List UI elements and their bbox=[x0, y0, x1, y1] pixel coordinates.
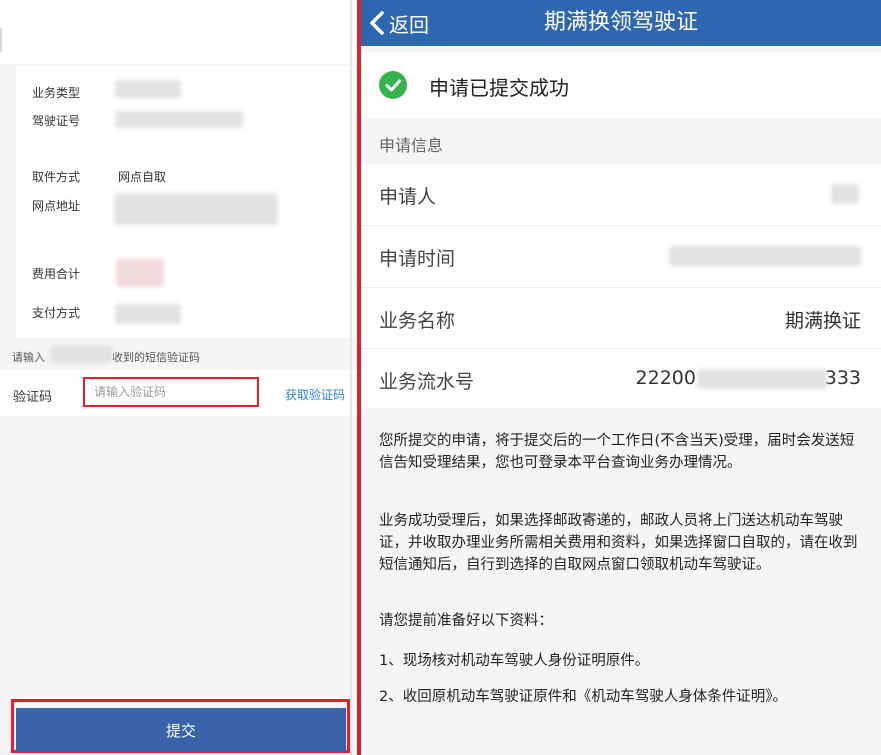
verification-code-input[interactable] bbox=[83, 377, 259, 407]
business-type-label: 业务类型 bbox=[32, 86, 81, 100]
redacted-phone-number bbox=[50, 345, 112, 363]
apply-time-label: 申请时间 bbox=[379, 248, 456, 270]
serial-number-suffix: 333 bbox=[824, 367, 861, 389]
serial-number-label: 业务流水号 bbox=[379, 371, 475, 393]
sms-hint-suffix: 收到的短信验证码 bbox=[112, 351, 200, 364]
verification-code-row: 验证码 获取验证码 bbox=[0, 370, 357, 416]
business-name-value: 期满换证 bbox=[784, 310, 861, 332]
back-chevron-icon bbox=[370, 11, 384, 35]
pickup-method-label: 取件方式 bbox=[32, 170, 81, 184]
check-mark-glyph bbox=[385, 79, 401, 92]
redacted-payment-method bbox=[115, 304, 181, 324]
license-number-label: 驾驶证号 bbox=[32, 114, 81, 128]
nav-bar: 返回 期满换领驾驶证 bbox=[361, 0, 881, 46]
back-button[interactable]: 返回 bbox=[369, 0, 429, 46]
applicant-row: 申请人 bbox=[361, 164, 881, 225]
notice-paragraph: 请您提前准备好以下资料： bbox=[379, 613, 553, 629]
payment-method-label: 支付方式 bbox=[32, 306, 81, 320]
verification-code-label: 验证码 bbox=[13, 390, 53, 405]
applicant-label: 申请人 bbox=[379, 186, 437, 208]
notice-paragraph: 2、收回原机动车驾驶证原件和《机动车驾驶人身体条件证明》。 bbox=[379, 689, 787, 705]
outlet-address-label: 网点地址 bbox=[32, 199, 81, 213]
check-circle-icon bbox=[379, 71, 407, 99]
page-title: 期满换领驾驶证 bbox=[543, 10, 698, 35]
notice-paragraph: 您所提交的申请，将于提交后的一个工作日(不含当天)受理，届时会发送短信告知受理结… bbox=[379, 433, 855, 471]
sms-code-hint: 请输入 收到的短信验证码 bbox=[12, 349, 200, 365]
redacted-serial-number bbox=[697, 369, 827, 389]
back-label: 返回 bbox=[389, 12, 429, 37]
left-screen: 业务类型 驾驶证号 取件方式 网点自取 网点地址 费用合计 支付方式 请输入 收… bbox=[0, 0, 357, 755]
left-panel-edge bbox=[350, 0, 352, 755]
top-bar-edge bbox=[0, 28, 2, 52]
notice-paragraph: 1、现场核对机动车驾驶人身份证明原件。 bbox=[379, 653, 650, 669]
sms-hint-prefix: 请输入 bbox=[12, 351, 45, 364]
business-name-row: 业务名称 期满换证 bbox=[361, 288, 881, 349]
redacted-apply-time bbox=[669, 246, 861, 266]
left-top-bar bbox=[0, 0, 357, 64]
redacted-business-type bbox=[115, 80, 181, 98]
success-text: 申请已提交成功 bbox=[429, 76, 569, 100]
redacted-license-number bbox=[115, 111, 243, 128]
total-fee-label: 费用合计 bbox=[32, 267, 81, 281]
right-screen: 返回 期满换领驾驶证 申请已提交成功 申请信息 申请人 申请时间 业务名称 期满… bbox=[361, 0, 881, 755]
success-banner: 申请已提交成功 bbox=[361, 52, 881, 118]
business-name-label: 业务名称 bbox=[379, 310, 456, 332]
section-title: 申请信息 bbox=[379, 136, 444, 155]
get-code-button[interactable]: 获取验证码 bbox=[285, 386, 345, 403]
notice-paragraph: 业务成功受理后，如果选择邮政寄递的，邮政人员将上门送达机动车驾驶证，并收取办理业… bbox=[379, 513, 858, 573]
application-info: 申请人 申请时间 业务名称 期满换证 业务流水号 22200 333 bbox=[361, 164, 881, 408]
submit-button[interactable]: 提交 bbox=[16, 708, 346, 752]
pickup-method-value: 网点自取 bbox=[118, 170, 167, 184]
redacted-outlet-address bbox=[114, 193, 278, 225]
serial-number-prefix: 22200 bbox=[635, 367, 696, 389]
redacted-total-fee bbox=[116, 259, 164, 287]
redacted-applicant bbox=[831, 184, 859, 204]
